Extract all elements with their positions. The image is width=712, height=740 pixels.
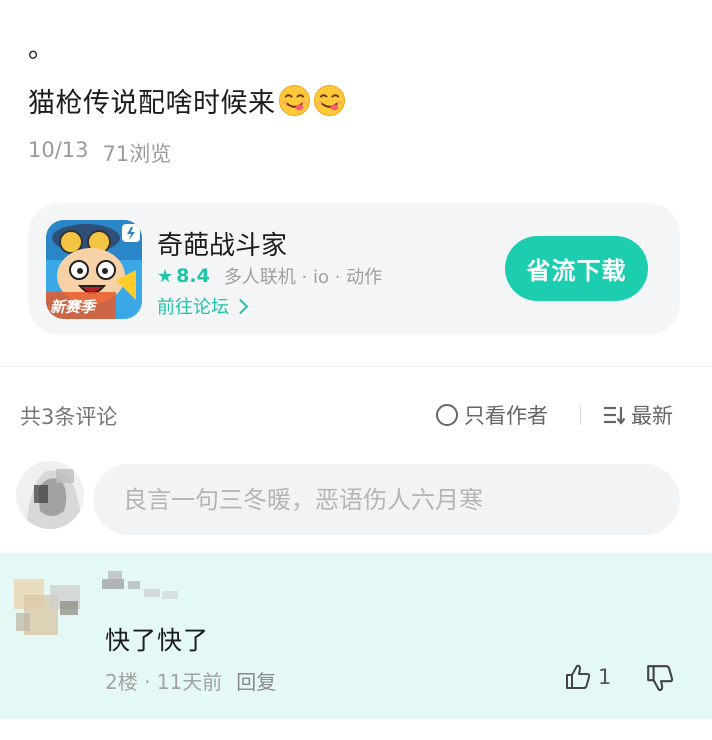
post-views: 71浏览: [102, 142, 172, 166]
game-app-icon[interactable]: 新赛季: [46, 220, 142, 319]
download-button[interactable]: 省流下载: [505, 236, 648, 301]
forum-link-label[interactable]: 前往论坛: [157, 293, 229, 319]
sort-button[interactable]: 最新: [603, 400, 673, 430]
post-leading-dot: 。: [28, 34, 55, 64]
post-text: 猫枪传说配啥时候来: [28, 87, 276, 119]
author-only-toggle[interactable]: 只看作者: [436, 400, 548, 430]
comment-count: 共3条评论: [20, 405, 118, 429]
post-meta: 10/13 71浏览: [28, 138, 171, 168]
game-tags: 多人联机 · io · 动作: [223, 267, 383, 288]
game-rating-row: ★ 8.4 多人联机 · io · 动作: [157, 263, 382, 289]
yum-face-icon: [313, 84, 345, 116]
thumbs-down-icon: [647, 665, 674, 692]
forum-link[interactable]: 前往论坛: [157, 293, 249, 319]
section-divider: [0, 366, 712, 367]
commenter-avatar[interactable]: [10, 565, 88, 643]
like-count: 1: [598, 665, 612, 689]
author-only-label[interactable]: 只看作者: [464, 400, 548, 430]
avatar[interactable]: [16, 461, 84, 529]
game-rating: 8.4: [176, 265, 210, 287]
filter-separator: [580, 405, 581, 425]
post-date: 10/13: [28, 138, 89, 162]
game-name[interactable]: 奇葩战斗家: [157, 225, 287, 262]
star-icon: ★: [157, 265, 174, 287]
chevron-right-icon: [232, 298, 249, 314]
sort-label[interactable]: 最新: [631, 400, 673, 430]
comment-item: 快了快了 2楼 · 11天前 回复 1: [0, 553, 712, 719]
reply-button[interactable]: 回复: [236, 666, 276, 695]
thumbs-up-icon: [566, 664, 591, 689]
game-card[interactable]: 新赛季 奇葩战斗家 ★ 8.4 多人联机 · io · 动作 前往论坛 省流下载: [28, 203, 680, 335]
comment-floor-time: 2楼 · 11天前: [105, 670, 223, 694]
dislike-button[interactable]: [644, 663, 676, 697]
like-button[interactable]: 1: [564, 663, 611, 691]
comment-input[interactable]: [93, 464, 680, 535]
comment-meta: 2楼 · 11天前 回复: [105, 666, 276, 695]
commenter-name-image[interactable]: [100, 565, 200, 605]
comment-text: 快了快了: [105, 626, 210, 655]
radio-circle-icon[interactable]: [436, 404, 458, 426]
post-content: 猫枪传说配啥时候来: [28, 80, 346, 120]
sort-icon: [604, 406, 625, 425]
game-icon-badge: 新赛季: [50, 298, 97, 316]
yum-face-icon: [278, 84, 310, 116]
